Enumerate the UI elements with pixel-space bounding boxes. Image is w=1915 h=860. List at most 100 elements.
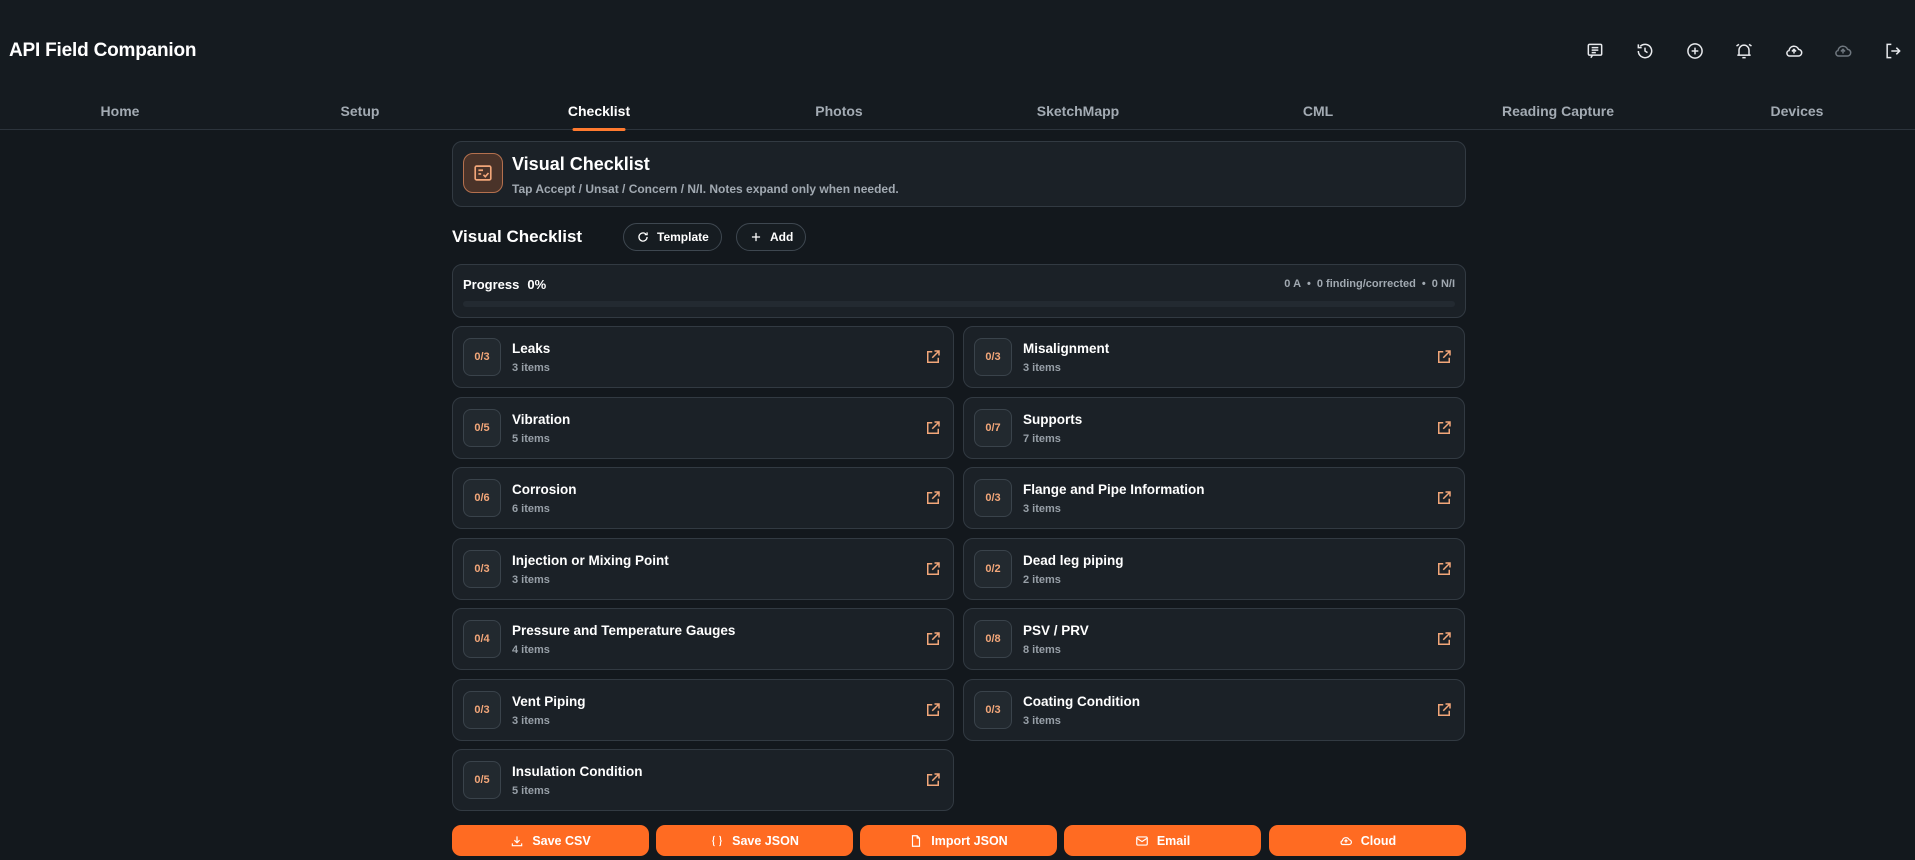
category-item-count: 3 items [1023,715,1061,727]
logout-button[interactable] [1880,38,1906,64]
tab-sketchmapp[interactable]: SketchMapp [958,92,1198,130]
open-external-icon[interactable] [924,560,942,578]
add-item-button[interactable]: Add [736,223,807,251]
email-label: Email [1156,833,1191,848]
alarm-button[interactable] [1731,38,1757,64]
mail-icon [1135,835,1148,846]
category-name: Supports [1023,412,1083,427]
category-item-count: 3 items [512,715,550,727]
findings-count: 0 finding/corrected [1316,278,1416,290]
open-external-icon[interactable] [1435,701,1453,719]
save-json-button[interactable]: Save JSON [656,825,853,856]
category-count: 0/8 [974,620,1012,658]
open-external-icon[interactable] [924,489,942,507]
cloud-sync-button[interactable] [1830,38,1856,64]
save-csv-label: Save CSV [532,833,591,848]
open-external-icon[interactable] [1435,560,1453,578]
braces-icon [712,835,722,846]
category-card[interactable]: 0/3 Coating Condition 3 items [963,679,1465,741]
accepted-count: 0 A [1284,278,1302,290]
section-title: Visual Checklist [452,227,583,246]
download-icon [512,835,523,846]
progress-label: Progress 0% [463,277,546,292]
tab-setup[interactable]: Setup [240,92,480,130]
category-card[interactable]: 0/6 Corrosion 6 items [452,467,954,529]
tab-cml[interactable]: CML [1198,92,1438,130]
category-item-count: 3 items [512,362,550,374]
open-external-icon[interactable] [924,701,942,719]
cloud-upload-icon [1340,836,1352,845]
add-button[interactable] [1682,38,1708,64]
import-json-label: Import JSON [931,833,1008,848]
category-count: 0/5 [463,761,501,799]
category-card[interactable]: 0/3 Misalignment 3 items [963,326,1465,388]
tab-bar: Home Setup Checklist Photos SketchMapp C… [0,92,1915,130]
category-name: Leaks [512,341,551,356]
open-external-icon[interactable] [1435,419,1453,437]
cloud-button[interactable]: Cloud [1269,825,1466,856]
import-json-button[interactable]: Import JSON [860,825,1057,856]
category-card[interactable]: 0/7 Supports 7 items [963,397,1465,459]
alarm-icon [1736,43,1752,59]
notes-button[interactable] [1582,38,1608,64]
category-item-count: 3 items [1023,503,1061,515]
notes-icon [1587,43,1603,59]
category-card[interactable]: 0/8 PSV / PRV 8 items [963,608,1465,670]
category-count: 0/3 [463,691,501,729]
category-name: Dead leg piping [1023,553,1124,568]
progress-card: Progress 0% 0 A • 0 finding/corrected • 0… [452,264,1466,318]
tab-devices[interactable]: Devices [1677,92,1915,130]
category-card[interactable]: 0/5 Insulation Condition 5 items [452,749,954,811]
open-external-icon[interactable] [1435,630,1453,648]
category-card[interactable]: 0/3 Vent Piping 3 items [452,679,954,741]
open-external-icon[interactable] [924,348,942,366]
category-name: Misalignment [1023,341,1110,356]
category-item-count: 7 items [1023,433,1061,445]
category-item-count: 3 items [1023,362,1061,374]
template-button[interactable]: Template [623,223,722,251]
category-card[interactable]: 0/2 Dead leg piping 2 items [963,538,1465,600]
category-name: Injection or Mixing Point [512,553,669,568]
category-card[interactable]: 0/3 Injection or Mixing Point 3 items [452,538,954,600]
open-external-icon[interactable] [1435,348,1453,366]
open-external-icon[interactable] [1435,489,1453,507]
category-card[interactable]: 0/5 Vibration 5 items [452,397,954,459]
page-subtitle: Tap Accept / Unsat / Concern / N/I. Note… [512,182,899,196]
app-bar: API Field Companion [0,0,1915,100]
progress-percent: 0% [527,277,547,292]
category-count: 0/3 [463,338,501,376]
email-button[interactable]: Email [1064,825,1261,856]
open-external-icon[interactable] [924,771,942,789]
category-item-count: 3 items [512,574,550,586]
category-count: 0/5 [463,409,501,447]
toolbar-actions [0,38,1915,64]
save-json-label: Save JSON [732,833,799,848]
cloud-label: Cloud [1360,833,1397,848]
tab-checklist[interactable]: Checklist [479,92,719,130]
category-item-count: 2 items [1023,574,1061,586]
save-csv-button[interactable]: Save CSV [452,825,649,856]
category-name: Insulation Condition [512,764,643,779]
category-card[interactable]: 0/4 Pressure and Temperature Gauges 4 it… [452,608,954,670]
add-circle-icon [1687,43,1703,59]
tab-photos[interactable]: Photos [719,92,959,130]
cloud-upload-icon [1786,45,1803,57]
category-count: 0/3 [463,550,501,588]
open-external-icon[interactable] [924,630,942,648]
history-button[interactable] [1632,38,1658,64]
cloud-sync-icon [1835,45,1852,57]
tab-home[interactable]: Home [0,92,240,130]
category-item-count: 5 items [512,433,550,445]
tab-reading-capture[interactable]: Reading Capture [1438,92,1678,130]
category-item-count: 5 items [512,785,550,797]
cloud-upload-button[interactable] [1781,38,1807,64]
logout-icon [1886,43,1901,59]
history-icon [1637,43,1653,59]
progress-title: Progress [463,277,520,292]
category-card[interactable]: 0/3 Leaks 3 items [452,326,954,388]
category-name: Vibration [512,412,571,427]
category-card[interactable]: 0/3 Flange and Pipe Information 3 items [963,467,1465,529]
category-count: 0/7 [974,409,1012,447]
open-external-icon[interactable] [924,419,942,437]
category-count: 0/2 [974,550,1012,588]
